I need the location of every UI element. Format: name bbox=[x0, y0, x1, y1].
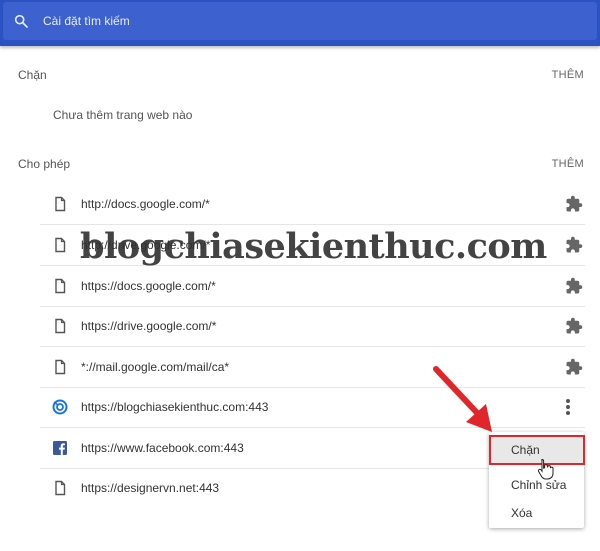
site-row[interactable]: https://drive.google.com/* bbox=[40, 306, 585, 347]
site-url: https://blogchiasekienthuc.com:443 bbox=[81, 400, 269, 414]
site-url: https://docs.google.com/* bbox=[81, 279, 216, 293]
extension-icon[interactable] bbox=[565, 317, 583, 335]
site-url: http://drive.google.com/* bbox=[81, 238, 211, 252]
file-icon bbox=[55, 480, 66, 496]
extension-icon[interactable] bbox=[565, 358, 583, 376]
site-url: https://drive.google.com/* bbox=[81, 319, 217, 333]
menu-item-label: Chặn bbox=[511, 443, 540, 457]
facebook-icon bbox=[53, 441, 67, 455]
site-row[interactable]: *://mail.google.com/mail/ca* bbox=[40, 347, 585, 388]
site-row[interactable]: https://docs.google.com/* bbox=[40, 266, 585, 307]
menu-item-label: Chỉnh sửa bbox=[511, 478, 567, 492]
file-icon bbox=[55, 196, 66, 212]
search-box[interactable]: Cài đặt tìm kiếm bbox=[3, 2, 597, 40]
site-row[interactable]: http://docs.google.com/* bbox=[40, 184, 585, 225]
site-url: https://www.facebook.com:443 bbox=[81, 441, 244, 455]
block-section-title: Chặn bbox=[18, 68, 47, 82]
extension-icon[interactable] bbox=[565, 236, 583, 254]
more-vert-icon[interactable] bbox=[566, 399, 570, 415]
file-icon bbox=[55, 237, 66, 253]
menu-item-label: Xóa bbox=[511, 506, 533, 520]
site-url: https://designervn.net:443 bbox=[81, 481, 220, 495]
site-row[interactable]: https://blogchiasekienthuc.com:443 bbox=[40, 387, 585, 428]
context-menu: Chặn Chỉnh sửa Xóa bbox=[489, 432, 585, 528]
file-icon bbox=[55, 359, 66, 375]
top-bar: Cài đặt tìm kiếm bbox=[0, 0, 600, 46]
search-icon bbox=[14, 14, 28, 28]
menu-item-edit[interactable]: Chỉnh sửa bbox=[489, 470, 584, 498]
search-input[interactable]: Cài đặt tìm kiếm bbox=[43, 14, 130, 28]
extension-icon[interactable] bbox=[565, 277, 583, 295]
block-empty-text: Chưa thêm trang web nào bbox=[53, 108, 193, 122]
menu-item-block[interactable]: Chặn bbox=[489, 435, 585, 465]
site-url: *://mail.google.com/mail/ca* bbox=[81, 360, 230, 374]
site-row[interactable]: http://drive.google.com/* bbox=[40, 225, 585, 266]
file-icon bbox=[55, 318, 66, 334]
allow-section-title: Cho phép bbox=[18, 157, 71, 171]
file-icon bbox=[55, 278, 66, 294]
menu-item-delete[interactable]: Xóa bbox=[489, 498, 584, 526]
site-logo-icon bbox=[52, 399, 68, 415]
block-add-button[interactable]: THÊM bbox=[552, 69, 584, 81]
extension-icon[interactable] bbox=[565, 195, 583, 213]
allow-add-button[interactable]: THÊM bbox=[552, 158, 584, 170]
site-url: http://docs.google.com/* bbox=[81, 197, 210, 211]
